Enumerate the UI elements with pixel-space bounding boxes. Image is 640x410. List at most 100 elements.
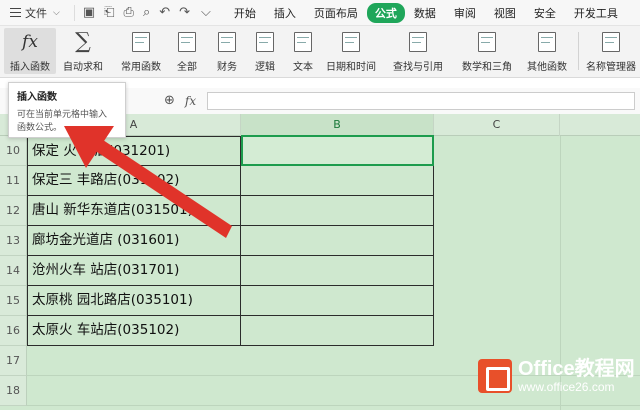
tab-formulas[interactable]: 公式 — [366, 2, 405, 23]
logical-label: 逻辑 — [255, 62, 275, 73]
ribbon-tabs: 开始 插入 页面布局 公式 数据 审阅 视图 安全 开发工具 — [225, 2, 627, 23]
tab-home[interactable]: 开始 — [225, 3, 265, 23]
all-functions-button[interactable]: 全部 — [172, 28, 202, 74]
row-header[interactable]: 13 — [0, 226, 27, 256]
row-header[interactable]: 15 — [0, 286, 27, 316]
column-header-b[interactable]: B — [241, 114, 434, 136]
menu-bar: 文件 ⌵ ▣ ⎗ ⎙ ⌕ ↶ ↷ ⌵ 开始 插入 页面布局 公式 数据 审阅 视… — [0, 0, 640, 26]
tooltip-title: 插入函数 — [17, 92, 57, 103]
tab-developer[interactable]: 开发工具 — [565, 3, 627, 23]
tab-insert[interactable]: 插入 — [265, 3, 305, 23]
chevron-down-icon: ⌵ — [53, 7, 60, 18]
cell-b10-active[interactable] — [241, 135, 434, 166]
name-manager-label: 名称管理器 — [586, 62, 636, 73]
zoom-icon[interactable]: ⊕ — [164, 93, 175, 108]
calendar-book-icon — [342, 32, 360, 52]
cell-b11[interactable] — [241, 166, 434, 196]
cell-b15[interactable] — [241, 286, 434, 316]
lookup-button[interactable]: 查找与引用 — [388, 28, 448, 74]
financial-button[interactable]: 财务 — [210, 28, 244, 74]
autosum-button[interactable]: ∑ 自动求和 — [60, 28, 106, 74]
autosum-label: 自动求和 — [63, 62, 103, 73]
quick-access-toolbar: ▣ ⎗ ⎙ ⌕ ↶ ↷ ⌵ — [73, 4, 211, 21]
tooltip-description: 可在当前单元格中输入 函数公式。 — [17, 109, 117, 135]
formula-input[interactable] — [207, 92, 635, 110]
cell-b12[interactable] — [241, 196, 434, 226]
row-header[interactable]: 14 — [0, 256, 27, 286]
print-preview-icon[interactable]: ⌕ — [143, 5, 150, 21]
insert-function-label: 插入函数 — [10, 62, 50, 73]
file-menu[interactable]: 文件 ⌵ — [0, 5, 60, 21]
undo-icon[interactable]: ↶ — [159, 5, 170, 21]
function-book-icon — [132, 32, 150, 52]
tab-data[interactable]: 数据 — [405, 3, 445, 23]
tab-view[interactable]: 视图 — [485, 3, 525, 23]
hamburger-icon — [10, 8, 21, 17]
math-book-icon — [478, 32, 496, 52]
row-header[interactable]: 12 — [0, 196, 27, 226]
name-manager-icon — [602, 32, 620, 52]
qa-more-icon[interactable]: ⌵ — [201, 5, 211, 21]
text-functions-label: 文本 — [293, 62, 313, 73]
cell-a13[interactable]: 廊坊金光道店 (031601) — [27, 226, 241, 256]
cell-a10[interactable]: 保定 火 站店(031201) — [27, 136, 241, 166]
watermark-title: Office教程网 — [518, 358, 635, 380]
name-manager-button[interactable]: 名称管理器 — [584, 28, 638, 74]
office-logo-icon — [478, 359, 512, 393]
watermark-url: www.office26.com — [518, 380, 615, 394]
tooltip-desc-line2: 函数公式。 — [17, 123, 63, 133]
ribbon: fx 插入函数 ∑ 自动求和 常用函数 全部 财务 逻辑 文本 日期和时间 查找… — [0, 26, 640, 78]
cell-a15[interactable]: 太原桃 园北路店(035101) — [27, 286, 241, 316]
row-header[interactable]: 11 — [0, 166, 27, 196]
finance-book-icon — [218, 32, 236, 52]
cell-a14[interactable]: 沧州火车 站店(031701) — [27, 256, 241, 286]
datetime-label: 日期和时间 — [326, 62, 376, 73]
redo-icon[interactable]: ↷ — [179, 5, 190, 21]
datetime-button[interactable]: 日期和时间 — [322, 28, 380, 74]
all-functions-label: 全部 — [177, 62, 197, 73]
other-book-icon — [538, 32, 556, 52]
cell-b16[interactable] — [241, 316, 434, 346]
row-header[interactable]: 10 — [0, 136, 27, 166]
common-functions-button[interactable]: 常用函数 — [116, 28, 166, 74]
cell-a12[interactable]: 唐山 新华东道店(031501) — [27, 196, 241, 226]
logic-book-icon — [256, 32, 274, 52]
math-label: 数学和三角 — [462, 62, 512, 73]
sigma-icon: ∑ — [75, 29, 91, 54]
cell-b14[interactable] — [241, 256, 434, 286]
row-header[interactable]: 16 — [0, 316, 27, 346]
tab-review[interactable]: 审阅 — [445, 3, 485, 23]
insert-function-tooltip: 插入函数 可在当前单元格中输入 函数公式。 — [8, 82, 126, 138]
file-menu-label: 文件 — [25, 6, 47, 20]
print-icon[interactable]: ⎙ — [124, 5, 134, 21]
tab-page-layout[interactable]: 页面布局 — [305, 3, 367, 23]
watermark: Office教程网 www.office26.com — [478, 358, 635, 394]
other-functions-label: 其他函数 — [527, 62, 567, 73]
fx-icon: fx — [22, 32, 38, 52]
financial-label: 财务 — [217, 62, 237, 73]
cell-a16[interactable]: 太原火 车站店(035102) — [27, 316, 241, 346]
row-header[interactable]: 17 — [0, 346, 27, 376]
gridline — [27, 405, 640, 406]
logical-button[interactable]: 逻辑 — [248, 28, 282, 74]
ribbon-divider — [578, 32, 579, 70]
common-functions-label: 常用函数 — [121, 62, 161, 73]
function-book-icon — [178, 32, 196, 52]
tab-security[interactable]: 安全 — [525, 3, 565, 23]
lookup-label: 查找与引用 — [393, 62, 443, 73]
text-book-icon — [294, 32, 312, 52]
other-functions-button[interactable]: 其他函数 — [522, 28, 572, 74]
cell-a11[interactable]: 保定三 丰路店(031202) — [27, 166, 241, 196]
cell-b13[interactable] — [241, 226, 434, 256]
lookup-book-icon — [409, 32, 427, 52]
column-header-d[interactable] — [560, 114, 640, 136]
export-pdf-icon[interactable]: ⎗ — [104, 5, 114, 21]
tooltip-desc-line1: 可在当前单元格中输入 — [17, 110, 108, 120]
column-header-c[interactable]: C — [434, 114, 560, 136]
row-header[interactable]: 18 — [0, 376, 27, 406]
math-button[interactable]: 数学和三角 — [456, 28, 518, 74]
insert-function-button[interactable]: fx 插入函数 — [4, 28, 56, 74]
save-icon[interactable]: ▣ — [83, 5, 95, 21]
text-functions-button[interactable]: 文本 — [286, 28, 320, 74]
fx-icon[interactable]: fx — [185, 94, 196, 108]
